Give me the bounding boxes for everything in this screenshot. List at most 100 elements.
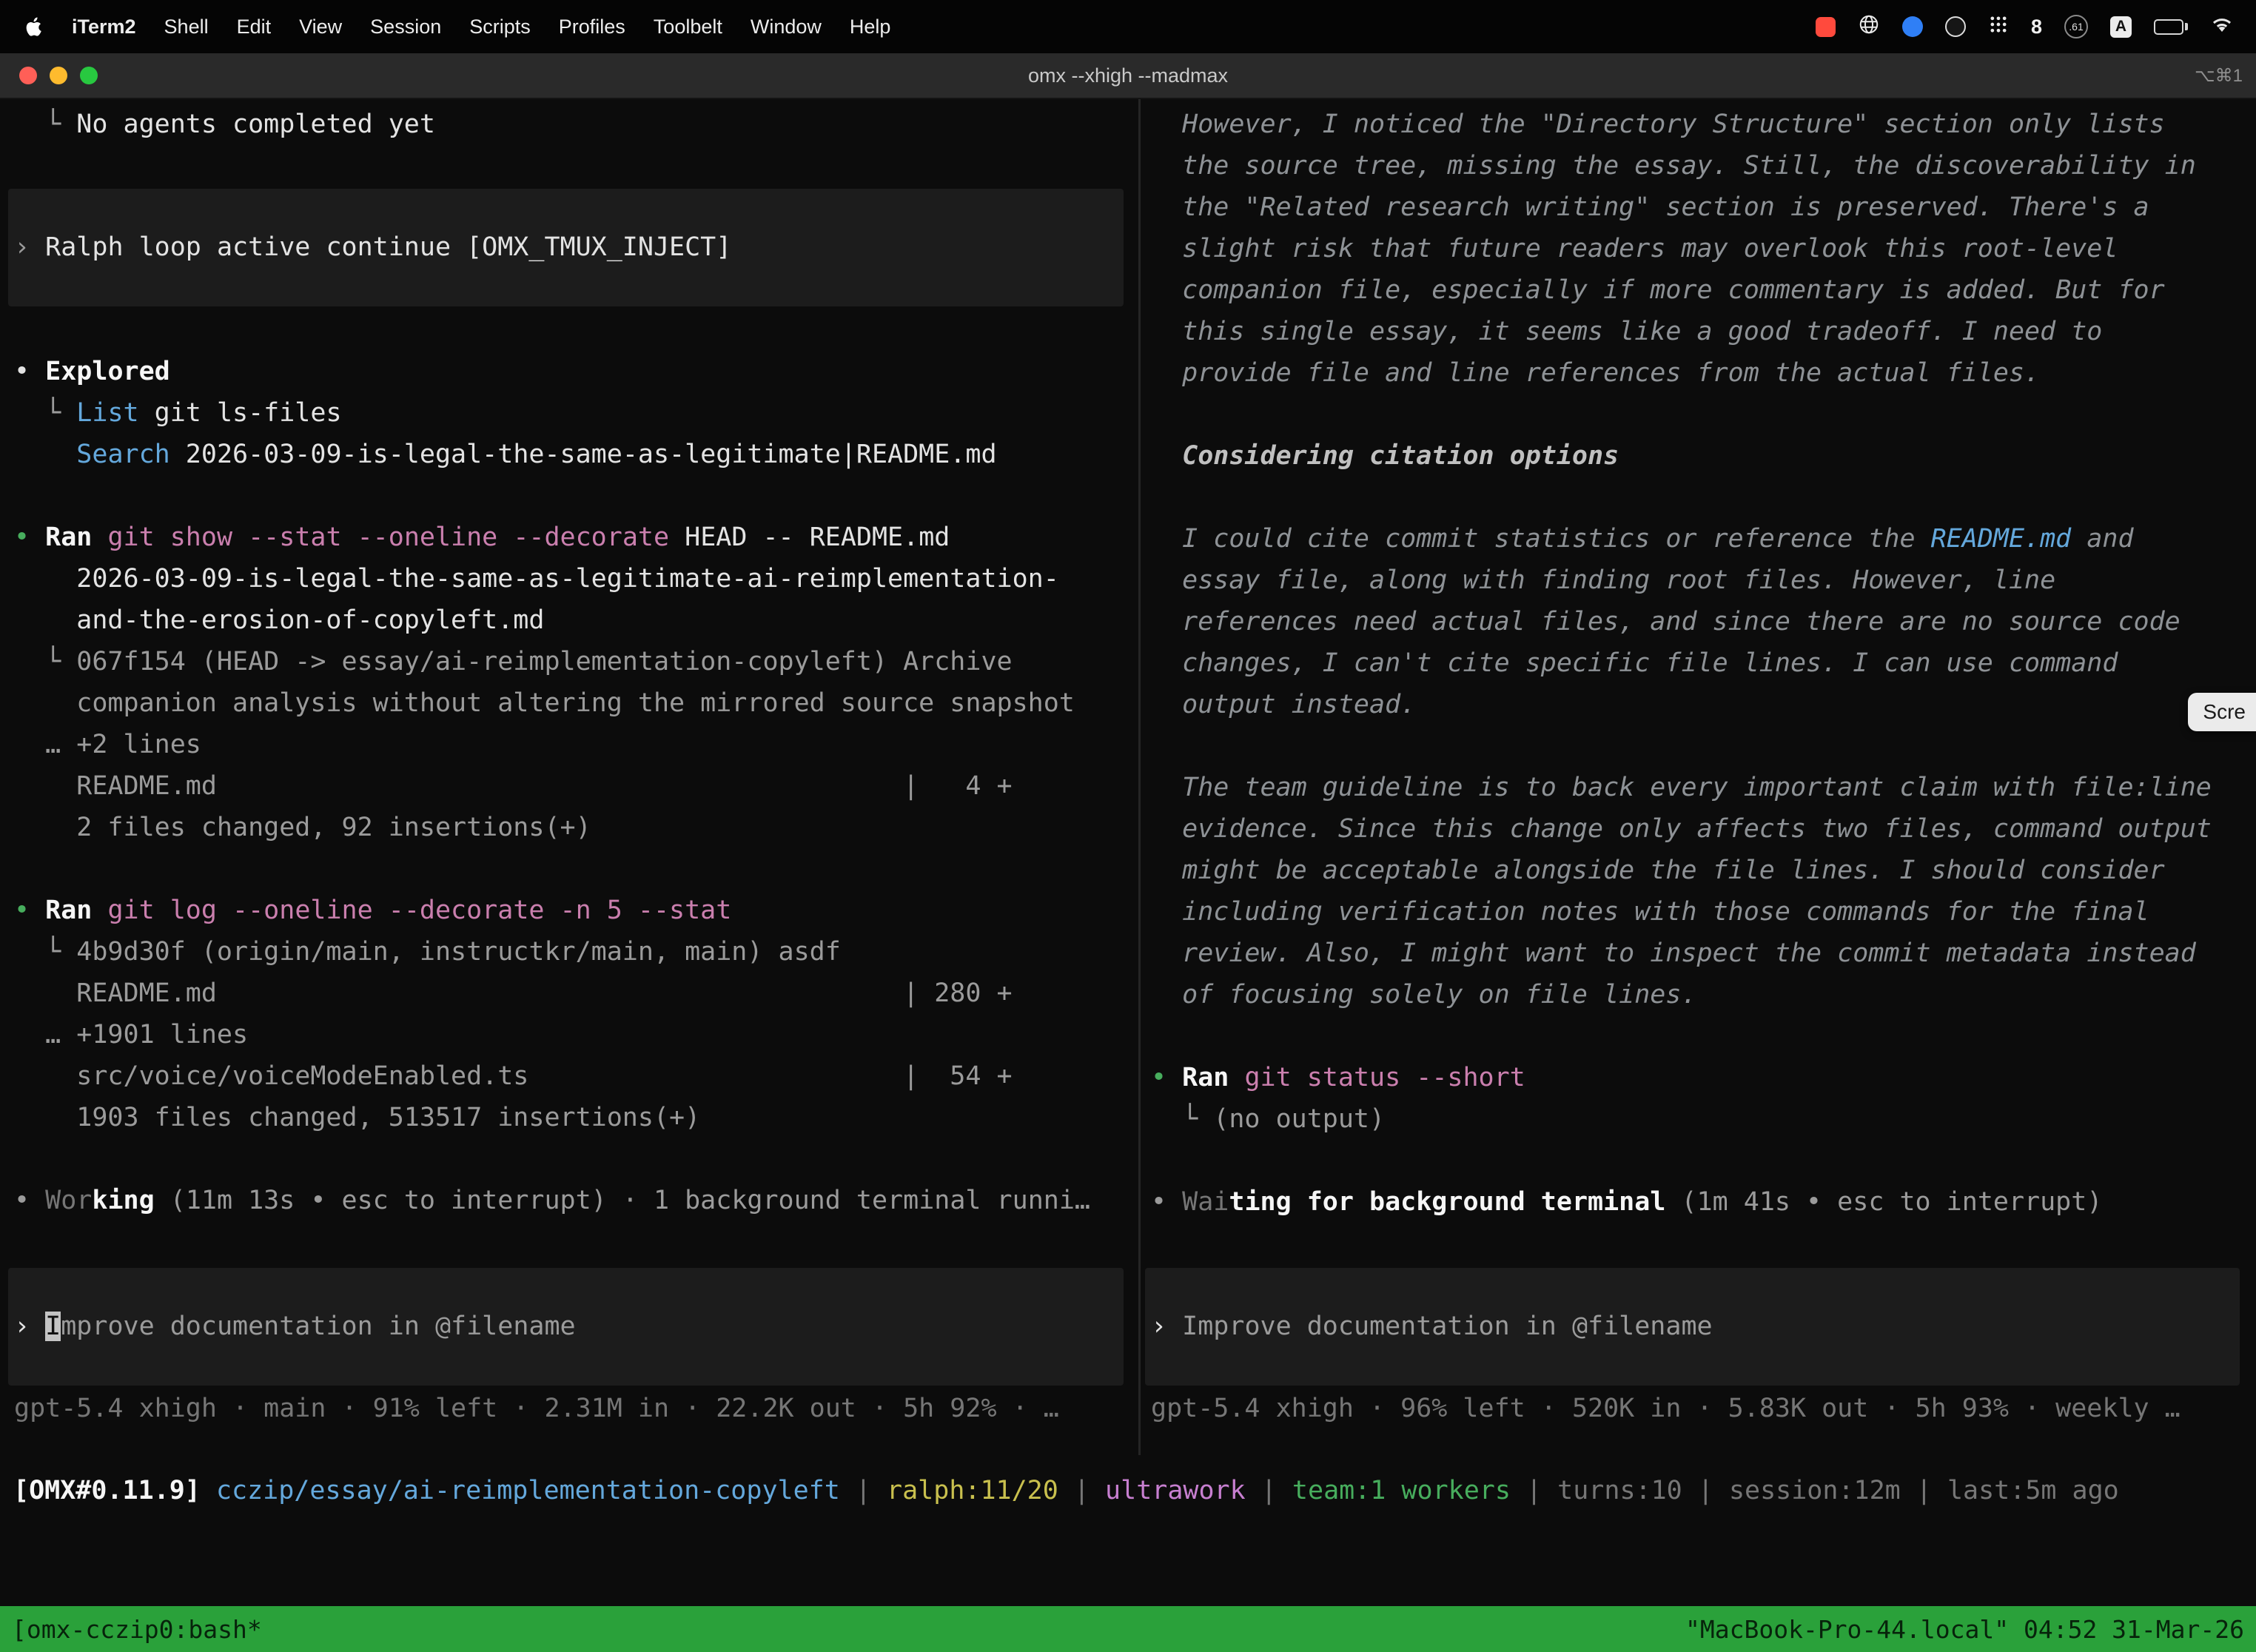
left-terminal-pane[interactable]: └ No agents completed yet › Ralph loop a… [0, 99, 1138, 1455]
omx-status-text: [OMX#0.11.9] cczip/essay/ai-reimplementa… [13, 1470, 2119, 1511]
text-segment: ting for background terminal [1229, 1187, 1665, 1217]
text-segment: | [1901, 1476, 1947, 1505]
terminal-line: Considering citation options [1182, 435, 2212, 477]
wifi-icon[interactable] [2210, 15, 2234, 39]
text-segment: • [14, 896, 45, 925]
globe-icon[interactable] [1858, 13, 1880, 41]
right-prompt-input[interactable]: › Improve documentation in @filename [1145, 1268, 2240, 1386]
menu-item-window[interactable]: Window [736, 16, 836, 38]
text-segment: └ [14, 398, 76, 428]
menu-item-toolbelt[interactable]: Toolbelt [639, 16, 736, 38]
menu-bar: iTerm2 Shell Edit View Session Scripts P… [0, 0, 2256, 53]
text-segment: | [1058, 1476, 1105, 1505]
omx-status-bar: [OMX#0.11.9] cczip/essay/ai-reimplementa… [0, 1455, 2256, 1526]
text-segment: 2026-03-09-is-legal-the-same-as-legitima… [170, 440, 997, 469]
text-segment: • [14, 357, 45, 386]
battery-icon[interactable] [2154, 19, 2188, 35]
terminal-line: companion analysis without altering the … [14, 682, 1131, 724]
dots-grid-icon[interactable] [1988, 14, 2009, 40]
text-segment: • [14, 523, 45, 552]
text-segment: Ran [45, 523, 107, 552]
text-segment: turns:10 [1557, 1476, 1682, 1505]
text-segment: └ (no output) [1151, 1104, 1385, 1134]
dark-app-icon[interactable] [1945, 16, 1966, 37]
terminal-line: … +1901 lines [14, 1014, 1131, 1055]
text-segment: king [92, 1186, 154, 1215]
text-segment: › [14, 232, 45, 262]
blue-app-icon[interactable] [1902, 16, 1923, 37]
ralph-loop-banner: › Ralph loop active continue [OMX_TMUX_I… [8, 189, 1124, 306]
terminal-line: • Explored [14, 351, 1131, 392]
text-segment: Ran [45, 896, 107, 925]
terminal-line: However, I noticed the "Directory Struct… [1182, 104, 2212, 394]
text-segment: Ralph loop active continue [OMX_TMUX_INJ… [45, 232, 731, 262]
close-button[interactable] [19, 67, 37, 84]
blank-line [1151, 1140, 2247, 1181]
menu-item-view[interactable]: View [285, 16, 356, 38]
text-segment: git log --oneline --decorate -n 5 --stat [107, 896, 731, 925]
terminal-line: • Ran git show --stat --oneline --decora… [14, 517, 1131, 558]
menu-item-help[interactable]: Help [836, 16, 905, 38]
menu-item-shell[interactable]: Shell [150, 16, 223, 38]
text-segment: git show --stat --oneline --decorate [107, 523, 669, 552]
menu-item-session[interactable]: Session [356, 16, 455, 38]
text-segment: gpt-5.4 xhigh · main · 91% left · 2.31M … [14, 1394, 1059, 1423]
figure-eight-icon[interactable]: 8 [2031, 16, 2042, 38]
text-segment: mprove documentation in @filename [61, 1312, 575, 1341]
left-pane-top-lines: └ No agents completed yet [14, 104, 1131, 145]
text-segment: cczip/essay/ai-reimplementation-copyleft [216, 1476, 840, 1505]
terminal-line: └ 4b9d30f (origin/main, instructkr/main,… [14, 931, 1131, 973]
terminal-line: └ 067f154 (HEAD -> essay/ai-reimplementa… [14, 641, 1131, 682]
minimize-button[interactable] [50, 67, 67, 84]
text-segment: and-the-erosion-of-copyleft.md [14, 605, 544, 635]
text-segment: No agents completed yet [76, 110, 435, 139]
text-segment: … +1901 lines [14, 1020, 248, 1050]
left-prompt-text: › Improve documentation in @filename [14, 1306, 1116, 1347]
screen: iTerm2 Shell Edit View Session Scripts P… [0, 0, 2256, 1652]
ralph-loop-text: › Ralph loop active continue [OMX_TMUX_I… [14, 226, 1116, 268]
text-segment: └ 067f154 (HEAD -> essay/ai-reimplementa… [14, 647, 1013, 676]
terminal: └ No agents completed yet › Ralph loop a… [0, 99, 2256, 1652]
text-segment: ultrawork [1105, 1476, 1246, 1505]
terminal-filler [0, 1526, 2256, 1606]
text-segment: gpt-5.4 xhigh · 96% left · 520K in · 5.8… [1151, 1394, 2181, 1423]
text-segment: git status --short [1244, 1063, 1525, 1092]
menu-item-profiles[interactable]: Profiles [545, 16, 639, 38]
text-segment: Explored [45, 357, 170, 386]
window-title-bar: omx --xhigh --madmax ⌥⌘1 [0, 53, 2256, 99]
text-segment: companion analysis without altering the … [14, 688, 1075, 718]
blank-line [1151, 394, 2247, 435]
terminal-line: I could cite commit statistics or refere… [1182, 518, 2212, 725]
screen-share-pill[interactable]: Scre [2188, 693, 2256, 731]
menu-item-scripts[interactable]: Scripts [455, 16, 545, 38]
terminal-line: • Working (11m 13s • esc to interrupt) ·… [14, 1180, 1131, 1221]
text-segment: └ 4b9d30f (origin/main, instructkr/main,… [14, 937, 841, 967]
blank-line [1151, 725, 2247, 767]
gauge-icon[interactable]: .61 [2064, 15, 2088, 38]
input-source-icon[interactable]: A [2110, 16, 2132, 38]
right-pane-transcript: However, I noticed the "Directory Struct… [1151, 104, 2247, 1223]
terminal-line: and-the-erosion-of-copyleft.md [14, 600, 1131, 641]
left-prompt-input[interactable]: › Improve documentation in @filename [8, 1268, 1124, 1386]
left-model-status-line: gpt-5.4 xhigh · main · 91% left · 2.31M … [14, 1388, 1131, 1429]
terminal-line: • Waiting for background terminal (1m 41… [1151, 1181, 2247, 1223]
blank-line [14, 1138, 1131, 1180]
zoom-button[interactable] [80, 67, 98, 84]
terminal-line: 2 files changed, 92 insertions(+) [14, 807, 1131, 848]
apple-menu-icon[interactable] [22, 14, 47, 39]
text-segment: | [1511, 1476, 1557, 1505]
blank-line [1151, 1015, 2247, 1057]
terminal-line: Search 2026-03-09-is-legal-the-same-as-l… [14, 434, 1131, 475]
right-terminal-pane[interactable]: However, I noticed the "Directory Struct… [1141, 99, 2256, 1455]
terminal-line: └ List git ls-files [14, 392, 1131, 434]
window-shortcut-hint: ⌥⌘1 [2195, 65, 2243, 87]
text-segment: • [1151, 1187, 1182, 1217]
tmux-status-bar: [omx-cczip0:bash* "MacBook-Pro-44.local"… [0, 1606, 2256, 1652]
terminal-line: src/voice/voiceModeEnabled.ts | 54 + [14, 1055, 1131, 1097]
text-segment: › [1151, 1312, 1182, 1341]
menu-item-iterm2[interactable]: iTerm2 [58, 16, 150, 38]
text-segment: src/voice/voiceModeEnabled.ts | 54 + [14, 1061, 1013, 1091]
text-segment: | [1246, 1476, 1292, 1505]
menu-item-edit[interactable]: Edit [223, 16, 286, 38]
screen-recording-indicator-icon[interactable] [1816, 17, 1836, 37]
